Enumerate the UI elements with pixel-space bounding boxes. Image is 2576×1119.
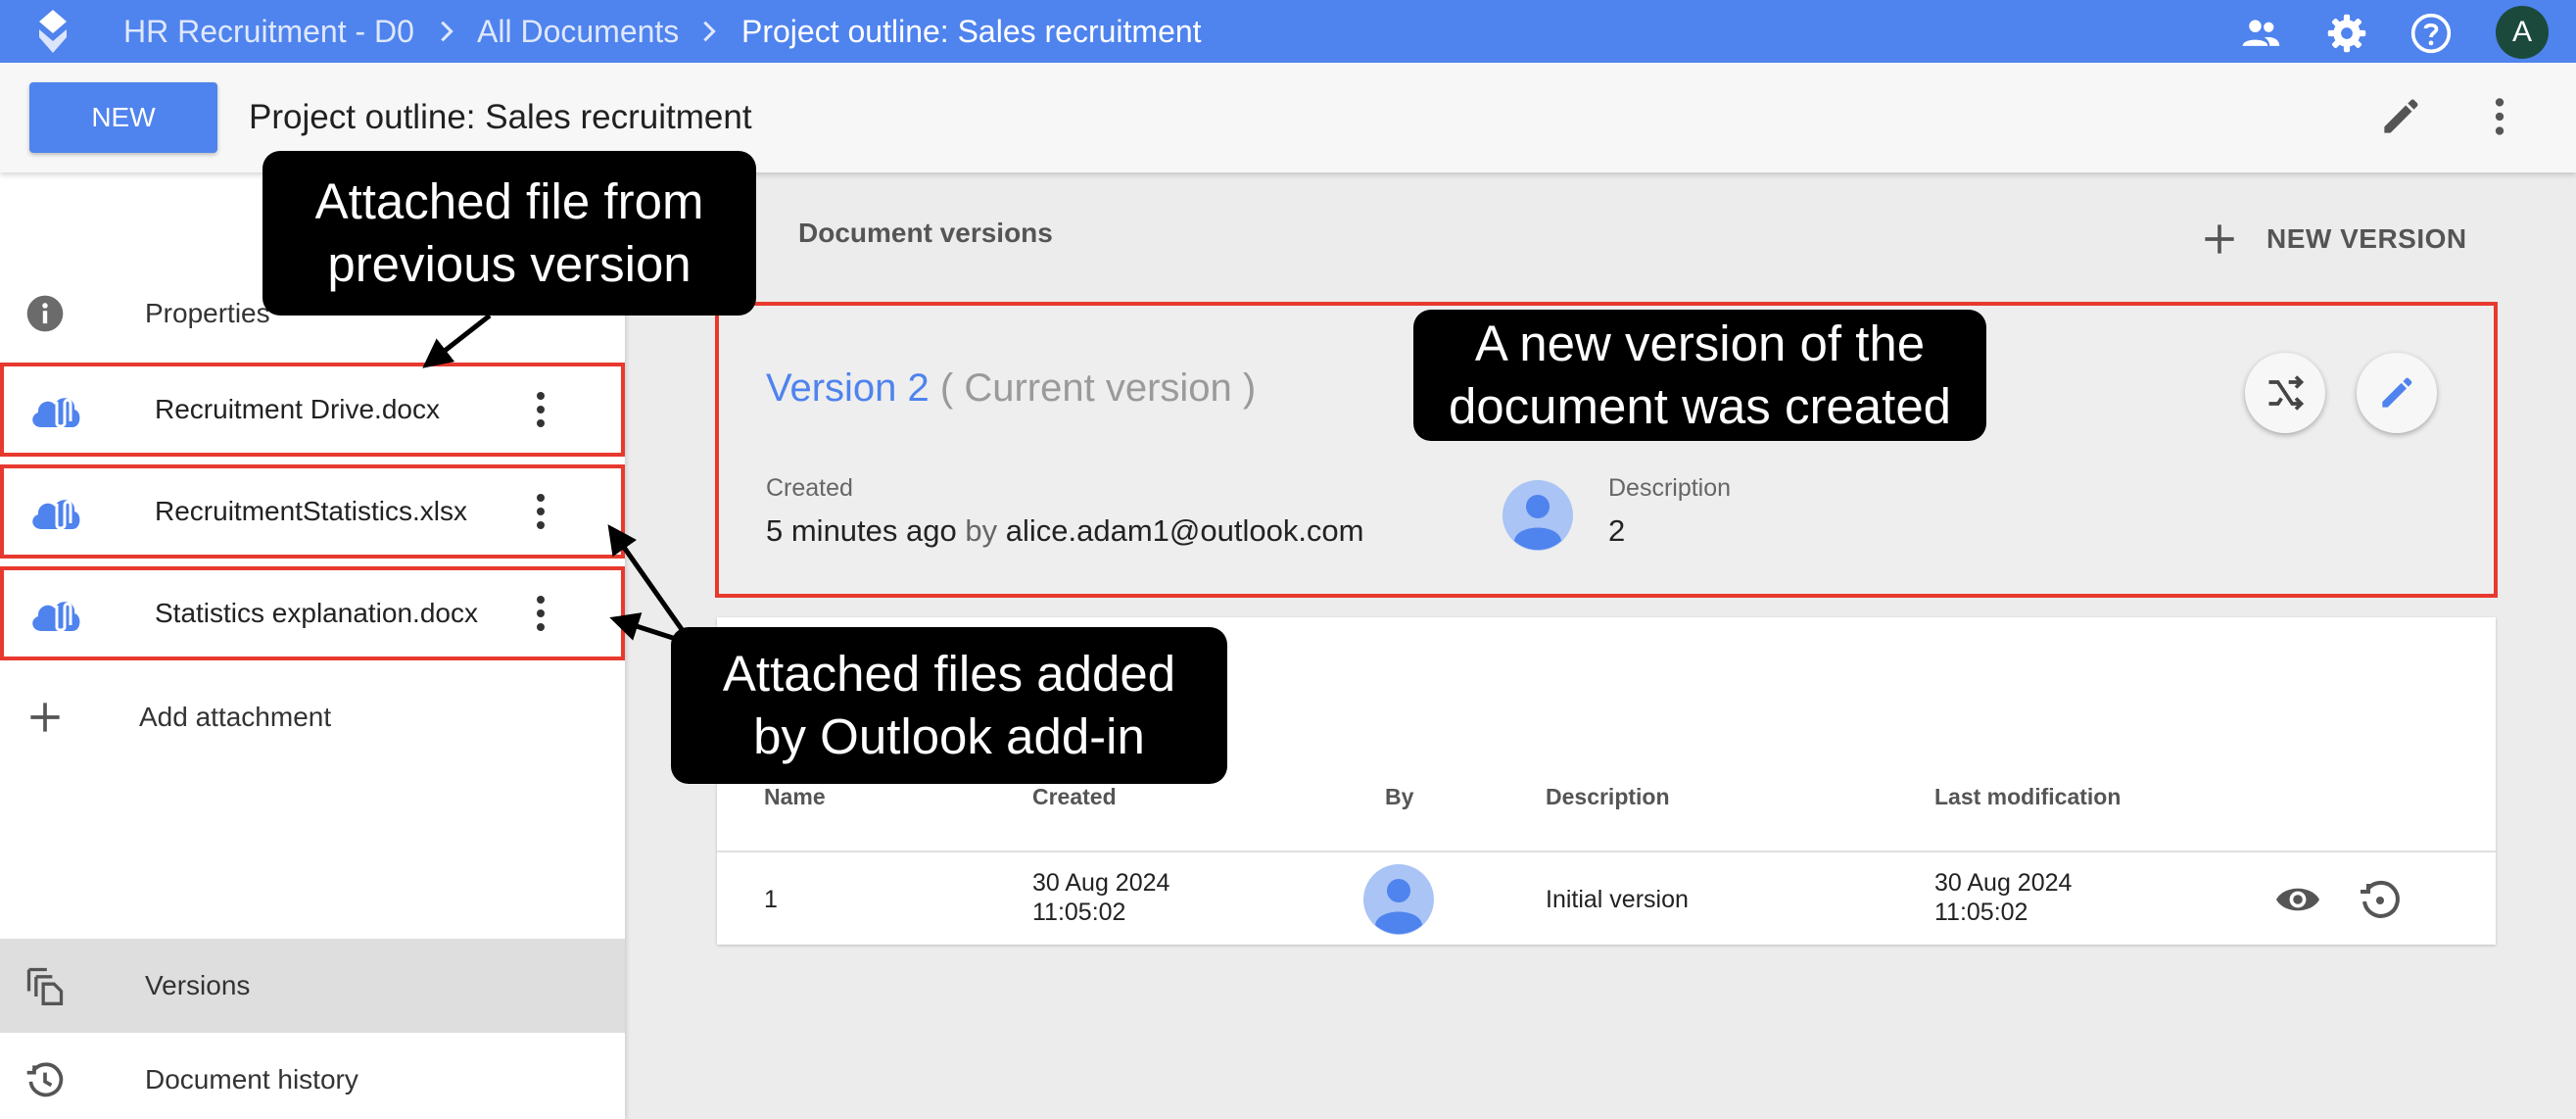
new-version-label: NEW VERSION (2266, 223, 2467, 254)
user-avatar[interactable]: A (2496, 6, 2549, 59)
column-header-created[interactable]: Created (1032, 784, 1117, 810)
version-title: Version 2 ( Current version ) (766, 366, 1256, 411)
sidebar-item-versions[interactable]: Versions (0, 939, 625, 1033)
sidebar-item-label: Properties (145, 298, 270, 328)
sidebar-item-label: Versions (145, 970, 251, 1000)
chevron-right-icon (441, 21, 453, 42)
more-vertical-icon[interactable] (517, 590, 564, 637)
column-header-by[interactable]: By (1385, 784, 1413, 810)
cell-created-date: 30 Aug 2024 (1032, 869, 1170, 897)
cell-modified-date: 30 Aug 2024 (1934, 869, 2073, 897)
column-header-description[interactable]: Description (1546, 784, 1670, 810)
top-app-bar: HR Recruitment - D0 All Documents Projec… (0, 0, 2576, 63)
version-name: Version 2 (766, 366, 930, 410)
people-icon[interactable] (2239, 12, 2282, 55)
cell-last-modification: 30 Aug 2024 11:05:02 (1934, 868, 2072, 927)
gear-icon[interactable] (2325, 12, 2368, 55)
attachment-name[interactable]: RecruitmentStatistics.xlsx (155, 468, 467, 555)
column-header-name[interactable]: Name (764, 784, 826, 810)
description-value: 2 (1608, 513, 1626, 548)
callout-previous-version: Attached file from previous version (262, 151, 756, 316)
callout-addin-files: Attached files added by Outlook add-in (671, 627, 1227, 784)
attachment-name[interactable]: Statistics explanation.docx (155, 570, 478, 657)
callout-line: previous version (327, 236, 692, 292)
app-logo-icon[interactable] (33, 8, 72, 55)
edit-version-button[interactable] (2357, 353, 2437, 433)
attachment-name[interactable]: Recruitment Drive.docx (155, 366, 440, 453)
plus-icon (30, 703, 60, 732)
callout-new-version: A new version of the document was create… (1413, 310, 1986, 441)
attachment-item[interactable]: RecruitmentStatistics.xlsx (0, 464, 625, 559)
breadcrumb-all-documents[interactable]: All Documents (477, 0, 679, 63)
help-icon[interactable] (2409, 12, 2453, 55)
new-version-button[interactable]: NEW VERSION (2198, 210, 2467, 268)
cell-name: 1 (764, 886, 778, 913)
sidebar-item-label: Document history (145, 1064, 358, 1095)
user-avatar-icon (1503, 480, 1573, 551)
more-vertical-icon[interactable] (517, 488, 564, 535)
created-value: 5 minutes ago by alice.adam1@outlook.com (766, 513, 1364, 549)
attachment-item[interactable]: Recruitment Drive.docx (0, 363, 625, 457)
restore-icon[interactable] (2357, 876, 2404, 923)
created-by-email: alice.adam1@outlook.com (1005, 513, 1364, 548)
breadcrumb-workspace[interactable]: HR Recruitment - D0 (123, 0, 414, 63)
callout-line: A new version of the (1474, 316, 1926, 371)
more-vertical-icon[interactable] (2475, 92, 2524, 141)
compare-button[interactable] (2245, 353, 2325, 433)
column-header-last-modification[interactable]: Last modification (1934, 784, 2121, 810)
description-label: Description (1608, 474, 1732, 502)
created-ago: 5 minutes ago (766, 513, 957, 548)
callout-line: document was created (1448, 378, 1952, 434)
eye-icon[interactable] (2274, 876, 2321, 923)
sidebar-item-document-history[interactable]: Document history (0, 1033, 625, 1119)
history-icon (26, 1062, 64, 1097)
cloud-attachment-icon (32, 398, 80, 428)
copy-versions-icon (26, 967, 64, 1005)
callout-line: Attached files added (722, 646, 1176, 702)
created-label: Created (766, 474, 853, 502)
table-row[interactable]: 1 30 Aug 2024 11:05:02 Initial version 3… (717, 852, 2496, 945)
cell-description: Initial version (1546, 886, 1689, 913)
cell-created-time: 11:05:02 (1032, 899, 1126, 926)
by-word: by (965, 513, 998, 548)
new-button[interactable]: NEW (29, 82, 217, 153)
sidebar-item-label: Add attachment (139, 702, 332, 732)
plus-icon (2205, 224, 2234, 254)
add-attachment-button[interactable]: Add attachment (0, 670, 625, 764)
shuffle-icon (2268, 375, 2305, 411)
callout-line: Attached file from (314, 173, 704, 229)
info-icon (26, 295, 64, 332)
attachment-item[interactable]: Statistics explanation.docx (0, 566, 625, 660)
current-version-label: ( Current version ) (939, 366, 1257, 410)
cloud-attachment-icon (32, 500, 80, 530)
cell-created: 30 Aug 2024 11:05:02 (1032, 868, 1169, 927)
cloud-attachment-icon (32, 602, 80, 632)
callout-line: by Outlook add-in (753, 708, 1145, 764)
pencil-icon (2382, 377, 2412, 408)
breadcrumb-current-document: Project outline: Sales recruitment (741, 14, 1202, 49)
more-vertical-icon[interactable] (517, 386, 564, 433)
section-title: Document versions (798, 218, 1053, 248)
user-avatar-icon (1363, 864, 1434, 935)
chevron-right-icon (703, 21, 716, 42)
pencil-icon[interactable] (2376, 92, 2425, 141)
cell-modified-time: 11:05:02 (1934, 899, 2028, 926)
document-title: Project outline: Sales recruitment (249, 98, 752, 136)
